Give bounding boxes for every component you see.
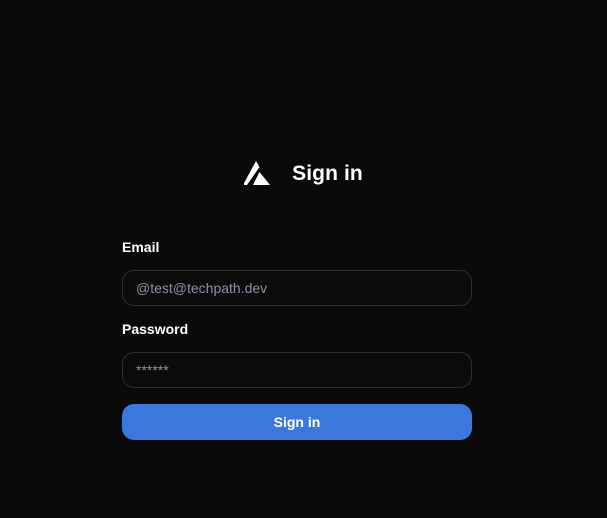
sign-in-header: Sign in	[0, 154, 607, 194]
triangle-logo-icon	[244, 161, 272, 187]
email-label: Email	[122, 239, 160, 255]
page-title: Sign in	[292, 162, 363, 185]
sign-in-button[interactable]: Sign in	[122, 404, 472, 440]
password-field-container	[122, 352, 472, 388]
password-label: Password	[122, 321, 189, 337]
email-field[interactable]	[136, 271, 471, 305]
email-field-container	[122, 270, 472, 306]
password-field[interactable]	[136, 353, 471, 387]
